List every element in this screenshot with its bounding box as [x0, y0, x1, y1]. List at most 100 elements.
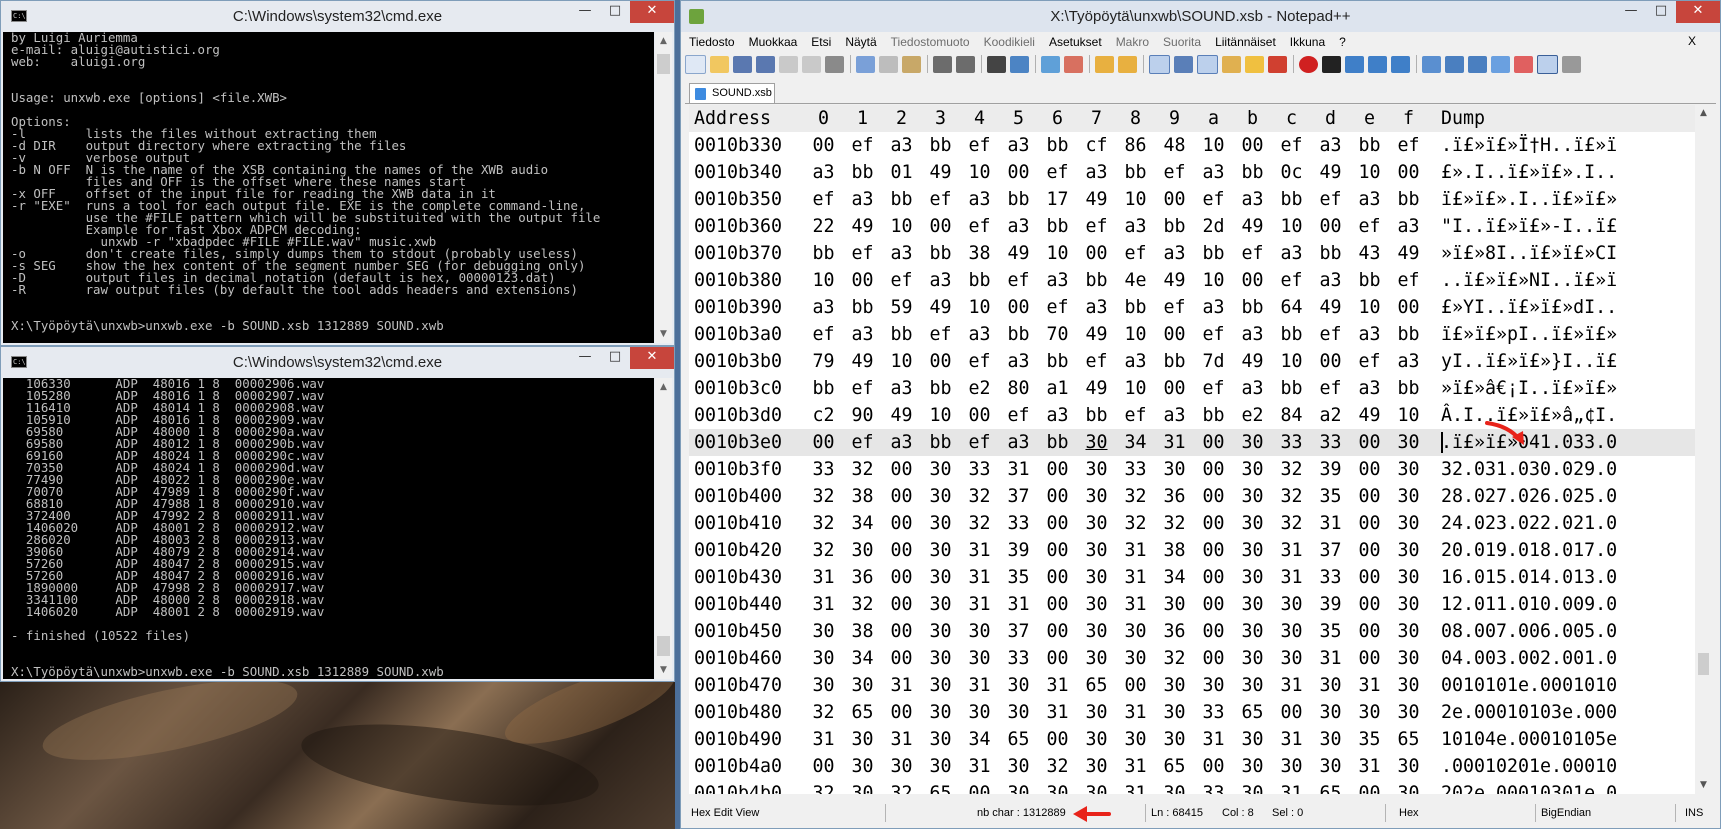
hex-byte[interactable]: ef	[1155, 162, 1194, 183]
hex-byte[interactable]: bb	[960, 270, 999, 291]
hex-byte[interactable]: 30	[1155, 783, 1194, 794]
hex-byte[interactable]: 33	[804, 459, 843, 480]
hex-dump-text[interactable]: 28.027.026.025.0	[1428, 486, 1617, 507]
hex-byte[interactable]: 33	[1194, 702, 1233, 723]
hex-byte[interactable]: 00	[1038, 513, 1077, 534]
hex-byte[interactable]: 30	[1389, 621, 1428, 642]
hex-byte[interactable]: a3	[1272, 243, 1311, 264]
hex-byte[interactable]: bb	[999, 324, 1038, 345]
hex-byte[interactable]: 30	[1077, 621, 1116, 642]
hex-dump-text[interactable]: »ï£»â€¡I..ï£»ï£»	[1428, 378, 1617, 399]
hex-byte[interactable]: a3	[1350, 324, 1389, 345]
hex-byte[interactable]: 31	[999, 594, 1038, 615]
hex-byte[interactable]: 49	[999, 243, 1038, 264]
menu-item[interactable]: Suorita	[1163, 35, 1201, 49]
hex-byte[interactable]: a3	[1389, 216, 1428, 237]
hex-byte[interactable]: 31	[1272, 540, 1311, 561]
hex-bytes[interactable]: 30 34 00 30 30 33 00 30 30 32 00 30 30 31 00 30	[804, 648, 1428, 669]
hex-byte[interactable]: 48	[1155, 135, 1194, 156]
hex-byte[interactable]: 00	[1038, 648, 1077, 669]
zoom-in-icon[interactable]	[1041, 55, 1060, 73]
hex-byte[interactable]: 30	[999, 756, 1038, 777]
hex-byte[interactable]: a3	[1116, 216, 1155, 237]
hex-byte[interactable]: a3	[882, 378, 921, 399]
hex-byte[interactable]: 33	[999, 513, 1038, 534]
hex-byte[interactable]: 00	[1038, 729, 1077, 750]
hex-byte[interactable]: 30	[1077, 567, 1116, 588]
hex-bytes[interactable]: 30 38 00 30 30 37 00 30 30 36 00 30 30 35 00 30	[804, 621, 1428, 642]
hex-byte[interactable]: 30	[1311, 675, 1350, 696]
hex-byte[interactable]: 31	[960, 594, 999, 615]
hex-byte[interactable]: 0c	[1272, 162, 1311, 183]
hex-byte[interactable]: a3	[1038, 270, 1077, 291]
hex-byte[interactable]: 00	[1389, 297, 1428, 318]
hex-byte[interactable]: 33	[1272, 432, 1311, 453]
hex-byte[interactable]: a3	[843, 324, 882, 345]
hex-byte[interactable]: 36	[1155, 486, 1194, 507]
hex-byte[interactable]: 30	[1077, 513, 1116, 534]
hex-byte[interactable]: bb	[1038, 216, 1077, 237]
hex-byte[interactable]: 00	[1038, 594, 1077, 615]
hex-byte[interactable]: ef	[1389, 270, 1428, 291]
hex-byte[interactable]: 30	[1077, 594, 1116, 615]
hex-dump-text[interactable]: 24.023.022.021.0	[1428, 513, 1617, 534]
hex-row[interactable]: 0010b4a0 00 30 30 30 31 30 32 30 31 65 00 30 30 30 31 30…	[689, 753, 1695, 780]
maximize-button[interactable]: □	[1646, 1, 1676, 23]
hex-byte[interactable]: 65	[921, 783, 960, 794]
hex-byte[interactable]: 31	[804, 567, 843, 588]
hex-byte[interactable]: 30	[882, 756, 921, 777]
hex-byte[interactable]: 49	[1311, 297, 1350, 318]
hex-byte[interactable]: 33	[1311, 567, 1350, 588]
hex-byte[interactable]: 31	[1272, 675, 1311, 696]
hex-byte[interactable]: 30	[843, 675, 882, 696]
hex-byte[interactable]: 49	[1077, 189, 1116, 210]
hex-byte[interactable]: bb	[1038, 351, 1077, 372]
document-map-icon[interactable]	[1245, 55, 1264, 73]
hex-byte[interactable]: 31	[1350, 756, 1389, 777]
hex-byte[interactable]: 00	[921, 351, 960, 372]
hex-byte[interactable]: 32	[882, 783, 921, 794]
hex-header-cell[interactable]: a	[1194, 108, 1233, 129]
hex-byte[interactable]: 30	[1389, 540, 1428, 561]
hex-dump-text[interactable]: yI..ï£»ï£»}I..ï£	[1428, 351, 1617, 372]
hex-byte[interactable]: 17	[1038, 189, 1077, 210]
hex-row[interactable]: 0010b410 32 34 00 30 32 33 00 30 32 32 00 30 32 31 00 30…	[689, 510, 1695, 537]
vertical-scrollbar[interactable]: ▲ ▼	[655, 32, 672, 343]
hex-byte[interactable]: bb	[921, 432, 960, 453]
hex-byte[interactable]: 10	[1116, 324, 1155, 345]
hex-byte[interactable]: 00	[1038, 621, 1077, 642]
hex-editor-icon[interactable]	[1537, 54, 1558, 74]
hex-byte[interactable]: a3	[960, 189, 999, 210]
hex-dump-text[interactable]: 20.019.018.017.0	[1428, 540, 1617, 561]
hex-byte[interactable]: 30	[1077, 783, 1116, 794]
hex-byte[interactable]: 30	[960, 621, 999, 642]
hex-dump-text[interactable]: .ï£»ï£»Ï†H..ï£»ï	[1428, 135, 1617, 156]
hex-byte[interactable]: ef	[960, 351, 999, 372]
title-bar[interactable]: X:\Työpöytä\unxwb\SOUND.xsb - Notepad++ …	[681, 1, 1720, 32]
hex-byte[interactable]: 30	[1155, 729, 1194, 750]
hex-byte[interactable]: bb	[1155, 216, 1194, 237]
hex-header-cell[interactable]: 8	[1116, 108, 1155, 129]
hex-byte[interactable]: 00	[1233, 135, 1272, 156]
menu-item[interactable]: Makro	[1116, 35, 1149, 49]
tab-sound-xsb[interactable]: SOUND.xsb	[689, 83, 775, 103]
hex-byte[interactable]: 00	[1272, 702, 1311, 723]
hex-byte[interactable]: 30	[999, 783, 1038, 794]
maximize-button[interactable]: □	[600, 1, 630, 23]
hex-byte[interactable]: 65	[843, 702, 882, 723]
hex-byte[interactable]: 36	[1155, 621, 1194, 642]
copy-icon[interactable]	[879, 55, 898, 73]
hex-dump-text[interactable]: 10104e.00010105e	[1428, 729, 1617, 750]
hex-byte[interactable]: 31	[1311, 513, 1350, 534]
hex-byte[interactable]: 36	[843, 567, 882, 588]
hex-byte[interactable]: 00	[1155, 189, 1194, 210]
hex-byte[interactable]: ef	[921, 189, 960, 210]
hex-byte[interactable]: bb	[1350, 270, 1389, 291]
hex-dump-text[interactable]: "I..ï£»ï£»-I..ï£	[1428, 216, 1617, 237]
hex-byte[interactable]: 00	[1038, 540, 1077, 561]
hex-byte[interactable]: 00	[1311, 351, 1350, 372]
hex-dump-text[interactable]: 0010101e.0001010	[1428, 675, 1617, 696]
save-icon[interactable]	[733, 55, 752, 73]
hex-byte[interactable]: bb	[1116, 297, 1155, 318]
hex-row[interactable]: 0010b470 30 30 31 30 31 30 31 65 00 30 30 30 31 30 31 30…	[689, 672, 1695, 699]
